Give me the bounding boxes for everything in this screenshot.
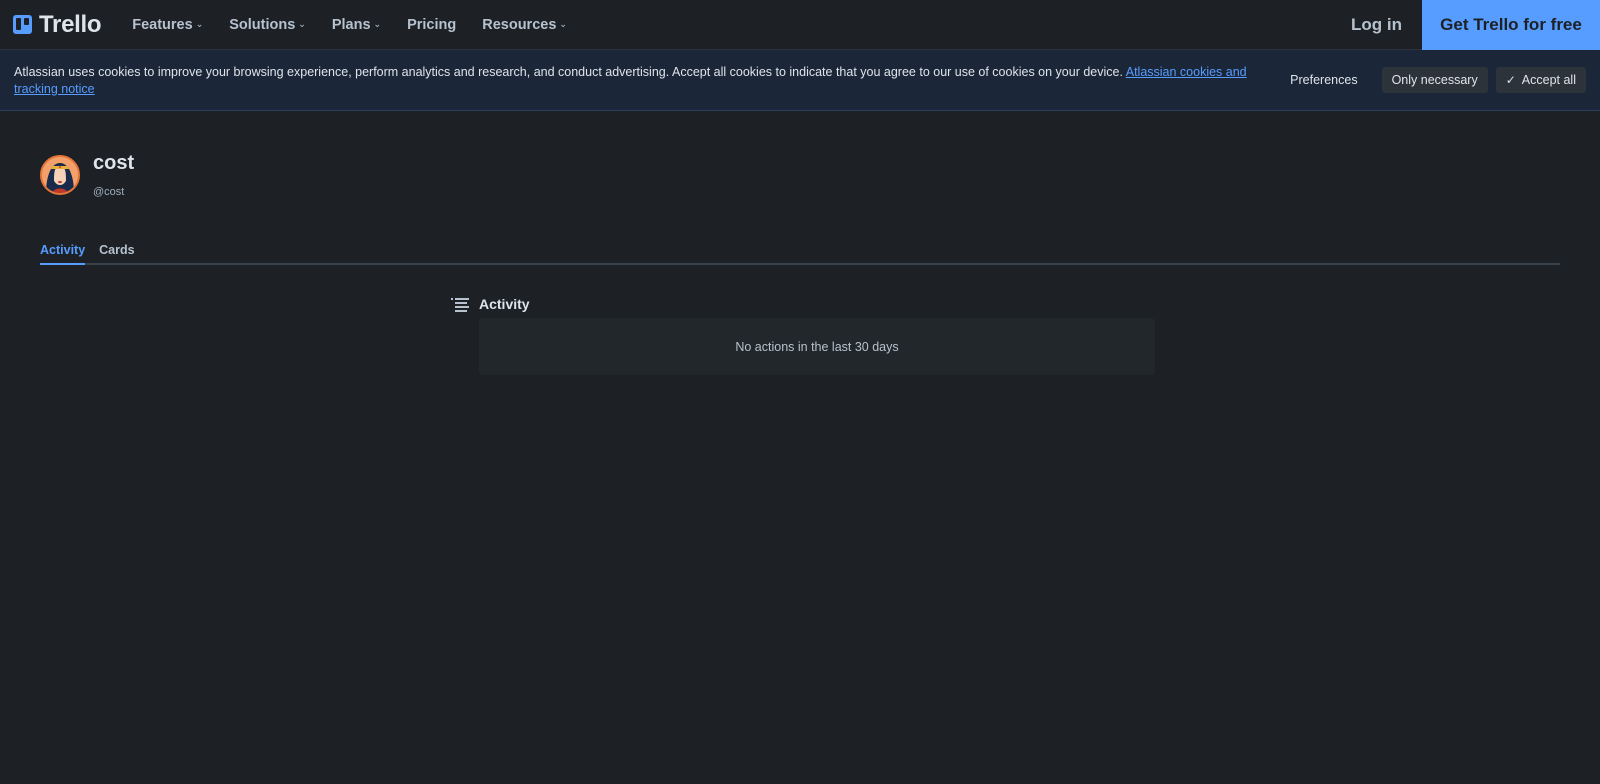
name-block: cost @cost [93,152,134,198]
activity-title: Activity [479,296,530,312]
activity-header: Activity [451,296,530,312]
nav-item-solutions[interactable]: Solutions ⌄ [216,0,319,50]
activity-list-icon [451,298,469,312]
nav-item-label: Resources [482,16,557,33]
avatar [40,155,80,195]
chevron-down-icon: ⌄ [373,19,382,29]
cookie-message: Atlassian uses cookies to improve your b… [14,64,1276,97]
nav-item-features[interactable]: Features ⌄ [119,0,216,50]
tab-cards[interactable]: Cards [99,243,134,265]
chevron-down-icon: ⌄ [559,19,567,29]
trello-logo-icon [13,15,32,34]
profile-header: cost @cost [40,152,134,198]
get-trello-free-button[interactable]: Get Trello for free [1422,0,1600,50]
nav-item-label: Features [132,16,193,33]
tab-activity[interactable]: Activity [40,243,86,265]
chevron-down-icon: ⌄ [195,19,204,29]
profile-tabs: Activity Cards [40,243,1560,265]
accept-all-label: Accept all [1521,73,1576,87]
checkmark-icon: ✓ [1505,73,1516,87]
cookie-banner: Atlassian uses cookies to improve your b… [0,50,1600,111]
nav-item-label: Solutions [229,16,296,33]
display-name: cost [93,152,135,174]
nav-menu: Features ⌄ Solutions ⌄ Plans ⌄ Pricing R… [119,0,580,50]
nav-item-label: Pricing [407,16,457,33]
cookie-actions: Preferences Only necessary ✓ Accept all [1280,67,1586,93]
nav-item-pricing[interactable]: Pricing [394,0,469,50]
trello-logo[interactable]: Trello [13,0,102,50]
logo-text: Trello [39,10,102,38]
login-button[interactable]: Log in [1331,0,1422,50]
only-necessary-button[interactable]: Only necessary [1381,67,1488,93]
accept-all-button[interactable]: ✓ Accept all [1495,67,1586,93]
nav-right: Log in Get Trello for free [1331,0,1600,50]
cookie-text: Atlassian uses cookies to improve your b… [14,65,1123,79]
nav-item-resources[interactable]: Resources ⌄ [469,0,580,50]
username: @cost [93,186,125,198]
avatar-illustration [42,157,78,193]
nav-item-label: Plans [331,16,371,33]
chevron-down-icon: ⌄ [298,19,306,29]
preferences-button[interactable]: Preferences [1280,67,1367,93]
activity-empty-state: No actions in the last 30 days [479,318,1155,375]
nav-item-plans[interactable]: Plans ⌄ [319,0,394,50]
top-nav: Trello Features ⌄ Solutions ⌄ Plans ⌄ Pr… [0,0,1600,50]
empty-message: No actions in the last 30 days [735,339,899,354]
